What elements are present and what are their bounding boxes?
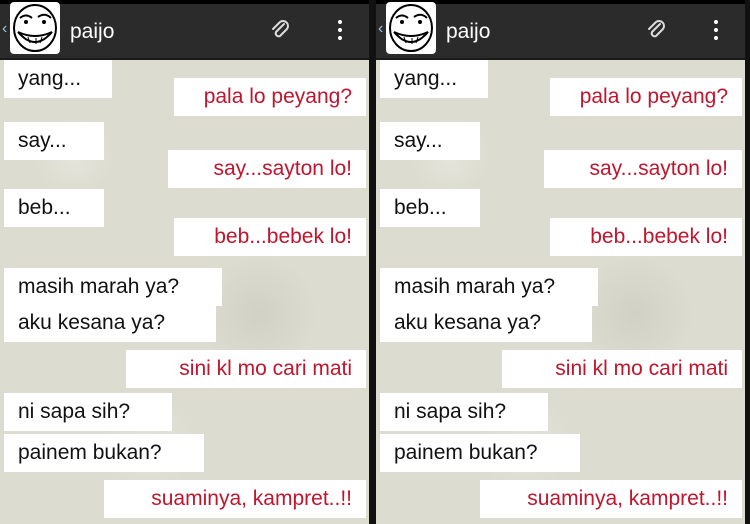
message-incoming[interactable]: aku kesana ya? xyxy=(380,304,592,342)
message-incoming[interactable]: say... xyxy=(4,122,104,160)
message-outgoing[interactable]: sini kl mo cari mati xyxy=(126,350,366,388)
message-incoming[interactable]: painem bukan? xyxy=(4,434,204,472)
message-outgoing[interactable]: pala lo peyang? xyxy=(174,78,366,116)
message-incoming[interactable]: beb... xyxy=(4,189,104,227)
overflow-menu-icon[interactable] xyxy=(712,20,720,40)
message-outgoing[interactable]: sini kl mo cari mati xyxy=(502,350,742,388)
chat-header: ‹ paijo xyxy=(376,0,745,60)
message-incoming[interactable]: say... xyxy=(380,122,480,160)
troll-face-icon xyxy=(13,4,57,52)
message-incoming[interactable]: painem bukan? xyxy=(380,434,580,472)
message-incoming[interactable]: beb... xyxy=(380,189,480,227)
contact-name[interactable]: paijo xyxy=(446,20,490,44)
message-incoming[interactable]: ni sapa sih? xyxy=(4,393,172,431)
overflow-menu-icon[interactable] xyxy=(336,20,344,40)
message-incoming[interactable]: masih marah ya? xyxy=(4,268,222,306)
chat-header: ‹ paijo xyxy=(0,0,369,60)
contact-avatar[interactable] xyxy=(386,2,436,54)
message-outgoing[interactable]: beb...bebek lo! xyxy=(174,218,366,256)
chat-screen-right: ‹ paijo yang... pala lo peyang? say... s… xyxy=(376,0,747,524)
message-incoming[interactable]: ni sapa sih? xyxy=(380,393,548,431)
message-incoming[interactable]: yang... xyxy=(380,60,488,98)
message-outgoing[interactable]: say...sayton lo! xyxy=(168,150,366,188)
message-incoming[interactable]: yang... xyxy=(4,60,112,98)
message-incoming[interactable]: masih marah ya? xyxy=(380,268,598,306)
contact-name[interactable]: paijo xyxy=(70,20,114,44)
contact-avatar[interactable] xyxy=(10,2,60,54)
paperclip-icon[interactable] xyxy=(268,18,292,42)
message-outgoing[interactable]: beb...bebek lo! xyxy=(550,218,742,256)
message-incoming[interactable]: aku kesana ya? xyxy=(4,304,216,342)
message-outgoing[interactable]: suaminya, kampret..!! xyxy=(104,480,366,518)
troll-face-icon xyxy=(389,4,433,52)
message-outgoing[interactable]: say...sayton lo! xyxy=(544,150,742,188)
chat-screen-left: ‹ paijo yang... pala lo peyang? say... s… xyxy=(0,0,371,524)
paperclip-icon[interactable] xyxy=(644,18,668,42)
message-outgoing[interactable]: pala lo peyang? xyxy=(550,78,742,116)
message-outgoing[interactable]: suaminya, kampret..!! xyxy=(480,480,742,518)
